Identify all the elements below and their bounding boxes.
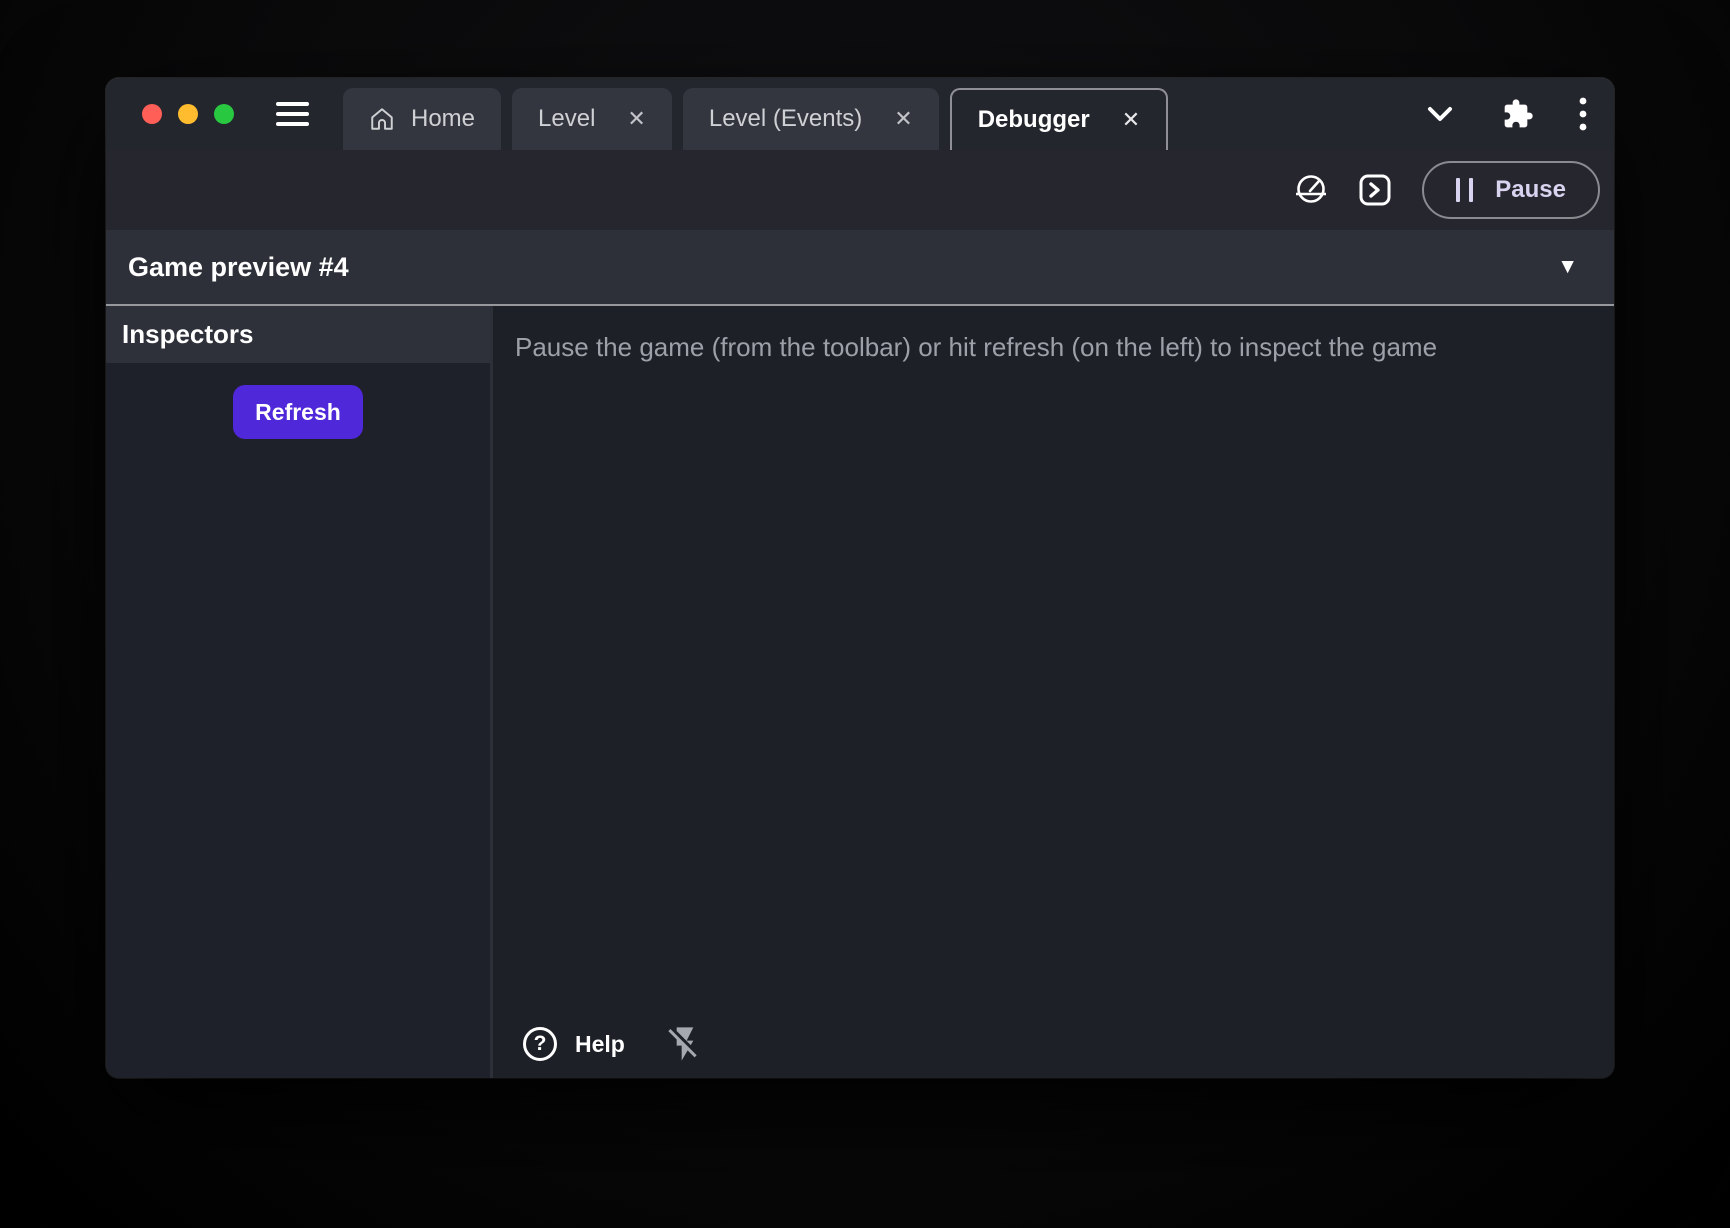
- minimize-window-button[interactable]: [178, 104, 198, 124]
- desktop-background: Home Level ✕ Level (Events) ✕ Debugger ✕: [0, 0, 1730, 1228]
- app-window: Home Level ✕ Level (Events) ✕ Debugger ✕: [106, 78, 1614, 1078]
- close-window-button[interactable]: [142, 104, 162, 124]
- traffic-lights: [142, 104, 234, 124]
- inspector-hint-message: Pause the game (from the toolbar) or hit…: [493, 306, 1614, 363]
- inspector-main-area: Pause the game (from the toolbar) or hit…: [493, 306, 1614, 1078]
- pause-button-label: Pause: [1495, 176, 1566, 204]
- tab-label: Level (Events): [709, 105, 862, 133]
- tab-label: Debugger: [978, 106, 1090, 134]
- flash-off-icon[interactable]: [665, 1024, 705, 1064]
- profiler-icon[interactable]: [1294, 173, 1328, 207]
- tab-bar: Home Level ✕ Level (Events) ✕ Debugger ✕: [343, 88, 1168, 150]
- close-tab-icon[interactable]: ✕: [627, 108, 645, 130]
- debugger-toolbar: Pause: [106, 150, 1614, 230]
- pause-icon: [1456, 178, 1473, 202]
- game-preview-selector[interactable]: Game preview #4 ▼: [106, 230, 1614, 306]
- pause-button[interactable]: Pause: [1422, 161, 1600, 219]
- tab-home[interactable]: Home: [343, 88, 501, 150]
- tab-label: Level: [538, 105, 595, 133]
- help-link[interactable]: Help: [575, 1031, 625, 1058]
- zoom-window-button[interactable]: [214, 104, 234, 124]
- chevron-down-icon[interactable]: [1422, 102, 1458, 126]
- home-icon: [369, 106, 395, 132]
- game-preview-title: Game preview #4: [128, 252, 349, 283]
- help-icon[interactable]: ?: [523, 1027, 557, 1061]
- tab-level[interactable]: Level ✕: [512, 88, 672, 150]
- hamburger-menu-icon[interactable]: [276, 102, 309, 126]
- caret-down-icon[interactable]: ▼: [1557, 255, 1578, 279]
- titlebar-actions: [1422, 94, 1588, 134]
- tab-debugger[interactable]: Debugger ✕: [950, 88, 1168, 150]
- question-glyph: ?: [534, 1032, 547, 1056]
- tab-level-events[interactable]: Level (Events) ✕: [683, 88, 939, 150]
- extensions-puzzle-icon[interactable]: [1502, 98, 1534, 130]
- debugger-content: Inspectors Refresh Pause the game (from …: [106, 306, 1614, 1078]
- bottom-actions: ? Help: [493, 1024, 1614, 1078]
- inspectors-header: Inspectors: [106, 306, 490, 363]
- close-tab-icon[interactable]: ✕: [894, 108, 912, 130]
- refresh-button[interactable]: Refresh: [233, 385, 363, 439]
- console-icon[interactable]: [1358, 173, 1392, 207]
- inspectors-panel: Inspectors Refresh: [106, 306, 490, 1078]
- close-tab-icon[interactable]: ✕: [1122, 109, 1140, 131]
- kebab-menu-icon[interactable]: [1578, 94, 1588, 134]
- title-bar: Home Level ✕ Level (Events) ✕ Debugger ✕: [106, 78, 1614, 150]
- tab-label: Home: [411, 105, 475, 133]
